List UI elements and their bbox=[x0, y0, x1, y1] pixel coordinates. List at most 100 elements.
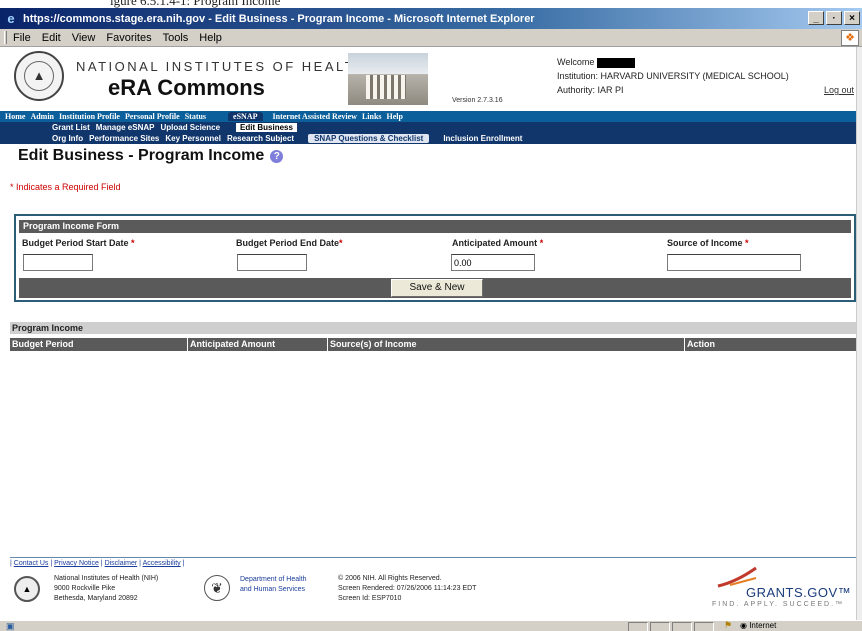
save-and-new-button[interactable]: Save & New bbox=[391, 279, 483, 297]
hhs-line: Department of Health bbox=[240, 576, 307, 583]
primary-nav: Home Admin Institution Profile Personal … bbox=[0, 111, 862, 122]
status-cell bbox=[694, 622, 714, 631]
privacy-notice-link[interactable]: Privacy Notice bbox=[54, 560, 99, 567]
column-divider bbox=[327, 338, 328, 351]
footer-nih-seal-icon: ▲ bbox=[14, 576, 40, 602]
nav-status[interactable]: Status bbox=[185, 112, 206, 121]
menu-favorites[interactable]: Favorites bbox=[106, 32, 151, 44]
col-sources-of-income: Source(s) of Income bbox=[330, 339, 417, 349]
required-marker: * bbox=[539, 238, 544, 248]
tab-snap-questions[interactable]: SNAP Questions & Checklist bbox=[308, 134, 430, 143]
start-date-input[interactable] bbox=[23, 254, 93, 271]
accessibility-link[interactable]: Accessibility bbox=[143, 560, 181, 567]
hhs-eagle-icon[interactable]: ❦ bbox=[204, 575, 230, 601]
tab-performance-sites[interactable]: Performance Sites bbox=[89, 134, 159, 143]
minimize-button[interactable]: _ bbox=[808, 11, 824, 25]
nav-internet-assisted-review[interactable]: Internet Assisted Review bbox=[273, 112, 357, 121]
source-of-income-input[interactable] bbox=[667, 254, 801, 271]
menu-edit[interactable]: Edit bbox=[42, 32, 61, 44]
org-name: NATIONAL INSTITUTES OF HEALTH bbox=[76, 59, 368, 74]
redacted-username bbox=[597, 57, 636, 68]
page-status-icon: ▣ bbox=[6, 621, 15, 631]
page-header: ▲ NATIONAL INSTITUTES OF HEALTH eRA Comm… bbox=[0, 47, 862, 111]
address-line: 9000 Rockville Pike bbox=[54, 585, 116, 592]
source-label-text: Source of Income bbox=[667, 238, 743, 248]
start-date-label-text: Budget Period Start Date bbox=[22, 238, 129, 248]
document-caption-strip: igure 6.5.1.4-1: Program Income bbox=[0, 0, 862, 8]
grants-gov-tagline: FIND. APPLY. SUCCEED.™ bbox=[712, 601, 845, 608]
anticipated-amount-input[interactable] bbox=[451, 254, 535, 271]
status-cell bbox=[628, 622, 648, 631]
status-cell bbox=[672, 622, 692, 631]
end-date-label-text: Budget Period End Date bbox=[236, 238, 340, 248]
menu-help[interactable]: Help bbox=[199, 32, 222, 44]
tab-key-personnel[interactable]: Key Personnel bbox=[165, 134, 221, 143]
col-anticipated-amount: Anticipated Amount bbox=[190, 339, 276, 349]
windows-logo-icon: ❖ bbox=[841, 30, 859, 46]
form-action-bar: Save & New bbox=[19, 278, 851, 298]
nav-admin[interactable]: Admin bbox=[30, 112, 54, 121]
vertical-scrollbar[interactable] bbox=[856, 47, 862, 620]
toolbar-grip-icon[interactable] bbox=[4, 31, 7, 44]
address-line: National Institutes of Health (NIH) bbox=[54, 575, 159, 582]
footer-divider bbox=[10, 557, 856, 558]
window-titlebar: e https://commons.stage.era.nih.gov - Ed… bbox=[0, 8, 862, 29]
secondary-nav: Grant List Manage eSNAP Upload Science E… bbox=[0, 122, 862, 133]
hhs-name[interactable]: Department of Health and Human Services bbox=[240, 575, 307, 595]
disclaimer-link[interactable]: Disclaimer bbox=[105, 560, 138, 567]
app-name: eRA Commons bbox=[108, 75, 265, 100]
tab-org-info[interactable]: Org Info bbox=[52, 134, 83, 143]
program-income-section-header: Program Income bbox=[10, 322, 856, 334]
source-label: Source of Income * bbox=[667, 238, 749, 248]
window-title: https://commons.stage.era.nih.gov - Edit… bbox=[23, 12, 535, 25]
grants-gov-logo[interactable]: GRANTS.GOV™ bbox=[746, 585, 851, 600]
maximize-button[interactable]: · bbox=[826, 11, 842, 25]
logout-link[interactable]: Log out bbox=[824, 85, 854, 95]
help-icon[interactable]: ? bbox=[270, 149, 284, 163]
nav-help[interactable]: Help bbox=[387, 112, 403, 121]
subnav-manage-esnap[interactable]: Manage eSNAP bbox=[96, 123, 155, 132]
user-info: Welcome Institution: HARVARD UNIVERSITY … bbox=[557, 55, 789, 97]
nav-personal-profile[interactable]: Personal Profile bbox=[125, 112, 180, 121]
copyright-info: © 2006 NIH. All Rights Reserved. Screen … bbox=[338, 574, 476, 604]
program-income-table-header: Budget Period Anticipated Amount Source(… bbox=[10, 338, 856, 351]
end-date-label: Budget Period End Date* bbox=[236, 238, 343, 248]
subnav-upload-science[interactable]: Upload Science bbox=[160, 123, 220, 132]
welcome-line: Welcome bbox=[557, 55, 789, 69]
copyright-line: © 2006 NIH. All Rights Reserved. bbox=[338, 575, 442, 582]
address-line: Bethesda, Maryland 20892 bbox=[54, 595, 138, 602]
form-header: Program Income Form bbox=[19, 220, 851, 233]
window-controls: _ · × bbox=[808, 11, 860, 25]
internet-explorer-icon: e bbox=[7, 10, 15, 26]
amount-label: Anticipated Amount * bbox=[452, 238, 543, 248]
footer-links: | Contact Us | Privacy Notice | Disclaim… bbox=[10, 560, 185, 567]
welcome-label: Welcome bbox=[557, 57, 595, 67]
nav-home[interactable]: Home bbox=[5, 112, 25, 121]
nav-institution-profile[interactable]: Institution Profile bbox=[59, 112, 120, 121]
required-marker: * bbox=[745, 238, 749, 248]
end-date-input[interactable] bbox=[237, 254, 307, 271]
nav-links[interactable]: Links bbox=[362, 112, 382, 121]
col-budget-period: Budget Period bbox=[12, 339, 74, 349]
institution-label: Institution: HARVARD UNIVERSITY (MEDICAL… bbox=[557, 71, 789, 81]
menu-view[interactable]: View bbox=[72, 32, 96, 44]
caption-fragment: igure 6.5.1.4-1: Program Income bbox=[110, 0, 281, 8]
authority-label: Authority: IAR PI bbox=[557, 85, 624, 95]
col-action: Action bbox=[687, 339, 715, 349]
tab-inclusion-enrollment[interactable]: Inclusion Enrollment bbox=[443, 134, 522, 143]
contact-us-link[interactable]: Contact Us bbox=[14, 560, 49, 567]
nav-esnap[interactable]: eSNAP bbox=[228, 112, 263, 121]
start-date-label: Budget Period Start Date * bbox=[22, 238, 135, 248]
column-divider bbox=[187, 338, 188, 351]
subnav-edit-business[interactable]: Edit Business bbox=[236, 123, 297, 132]
menu-tools[interactable]: Tools bbox=[163, 32, 189, 44]
program-income-form: Program Income Form Budget Period Start … bbox=[14, 214, 856, 302]
version-label: Version 2.7.3.16 bbox=[452, 97, 503, 104]
close-button[interactable]: × bbox=[844, 11, 860, 25]
subnav-grant-list[interactable]: Grant List bbox=[52, 123, 90, 132]
menu-file[interactable]: File bbox=[13, 32, 31, 44]
required-marker: * bbox=[131, 238, 135, 248]
hhs-line: and Human Services bbox=[240, 586, 305, 593]
tab-research-subject[interactable]: Research Subject bbox=[227, 134, 294, 143]
required-field-note: * Indicates a Required Field bbox=[10, 182, 121, 192]
